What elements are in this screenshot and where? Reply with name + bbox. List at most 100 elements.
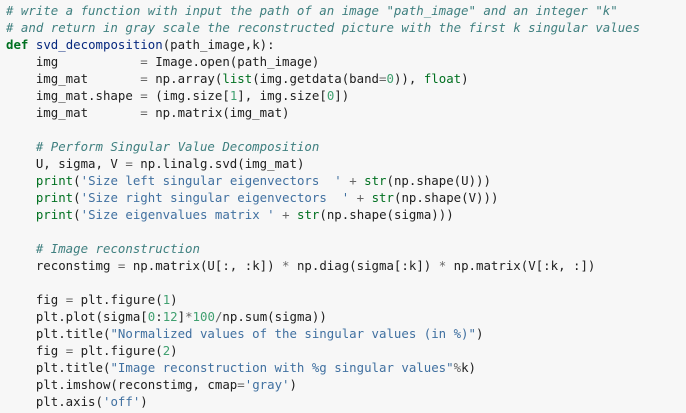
- code-token: )),: [393, 71, 424, 86]
- code-token: 'off': [102, 394, 141, 409]
- code-token: plt.imshow(reconstimg, cmap: [6, 377, 238, 392]
- code-token: (: [73, 190, 81, 205]
- code-token: reconstimg: [6, 258, 118, 273]
- code-token: # Perform Singular Value Decomposition: [35, 139, 320, 154]
- code-token: str: [297, 207, 320, 222]
- code-token: fig: [6, 343, 66, 358]
- code-token: np.diag(sigma[:k]): [289, 258, 439, 273]
- code-token: print: [35, 190, 74, 205]
- code-token: ): [170, 343, 178, 358]
- code-token: ): [140, 394, 148, 409]
- code-token: fig: [6, 292, 66, 307]
- code-token: def: [6, 37, 29, 52]
- code-line: # write a function with input the path o…: [6, 2, 686, 19]
- code-line: fig = plt.figure(2): [6, 342, 686, 359]
- code-token: =: [140, 88, 148, 103]
- code-cell[interactable]: # write a function with input the path o…: [0, 0, 686, 413]
- code-line: plt.axis('off'): [6, 393, 686, 410]
- code-token: plt.figure(: [73, 343, 163, 358]
- code-token: plt.axis(: [6, 394, 103, 409]
- code-token: 'Size right singular eigenvectors ': [80, 190, 350, 205]
- code-token: Image.open(path_image): [147, 54, 320, 69]
- code-token: ): [170, 292, 178, 307]
- code-token: str: [364, 173, 387, 188]
- code-line: U, sigma, V = np.linalg.svd(img_mat): [6, 155, 686, 172]
- code-token: "Image reconstruction with %g singular v…: [110, 360, 454, 375]
- code-token: (img.getdata(band: [252, 71, 380, 86]
- code-line: img_mat = np.matrix(img_mat): [6, 104, 686, 121]
- code-line: print('Size right singular eigenvectors …: [6, 189, 686, 206]
- code-token: (np.shape(V))): [393, 190, 499, 205]
- code-token: =: [125, 156, 133, 171]
- code-token: 0: [386, 71, 394, 86]
- code-token: ): [289, 377, 297, 392]
- code-token: (np.shape(sigma))): [319, 207, 454, 222]
- code-token: *: [185, 309, 193, 324]
- code-token: ): [475, 326, 484, 341]
- code-token: str: [371, 190, 394, 205]
- code-token: img_mat: [6, 71, 141, 86]
- code-token: =: [140, 71, 148, 86]
- code-token: =: [379, 71, 387, 86]
- code-line: print('Size left singular eigenvectors '…: [6, 172, 686, 189]
- code-line: img_mat = np.array(list(img.getdata(band…: [6, 70, 686, 87]
- code-token: np.array(: [147, 71, 223, 86]
- code-token: list: [222, 71, 253, 86]
- code-token: =: [140, 105, 148, 120]
- code-line: plt.title("Image reconstruction with %g …: [6, 359, 686, 376]
- code-token: "Normalized values of the singular value…: [110, 326, 476, 341]
- code-line: plt.plot(sigma[0:12]*100/np.sum(sigma)): [6, 308, 686, 325]
- code-token: np.matrix(U[:, :k]): [125, 258, 283, 273]
- code-token: svd_decomposition: [35, 37, 163, 52]
- code-token: img_mat: [6, 105, 141, 120]
- code-token: float: [423, 71, 462, 86]
- code-token: 'gray': [244, 377, 290, 392]
- code-line: # Perform Singular Value Decomposition: [6, 138, 686, 155]
- code-token: *: [282, 258, 290, 273]
- code-token: U, sigma, V: [6, 156, 126, 171]
- code-token: =: [140, 54, 148, 69]
- code-token: 'Size left singular eigenvectors ': [80, 173, 342, 188]
- code-token: (: [73, 173, 81, 188]
- code-token: 'Size eigenvalues matrix ': [80, 207, 275, 222]
- code-line: img_mat.shape = (img.size[1], img.size[0…: [6, 87, 686, 104]
- code-token: plt.title(: [6, 326, 111, 341]
- code-token: plt.plot(sigma[: [6, 309, 148, 324]
- code-token: ]): [334, 88, 350, 103]
- code-token: %: [453, 360, 462, 375]
- code-token: np.linalg.svd(img_mat): [132, 156, 305, 171]
- code-token: 12: [162, 309, 178, 324]
- code-token: np.matrix(V[:k, :]): [446, 258, 596, 273]
- code-line: plt.title("Normalized values of the sing…: [6, 325, 686, 342]
- code-line: def svd_decomposition(path_image,k):: [6, 36, 686, 53]
- code-line: plt.imshow(reconstimg, cmap='gray'): [6, 376, 686, 393]
- code-token: img_mat.shape: [6, 88, 141, 103]
- code-line: reconstimg = np.matrix(U[:, :k]) * np.di…: [6, 257, 686, 274]
- code-token: print: [35, 207, 74, 222]
- code-token: np.matrix(img_mat): [147, 105, 290, 120]
- code-token: print: [35, 173, 74, 188]
- code-token: (: [73, 207, 81, 222]
- code-token: ): [461, 71, 469, 86]
- code-token: plt.title(: [6, 360, 111, 375]
- code-token: 100: [192, 309, 215, 324]
- code-token: +: [356, 190, 365, 205]
- code-token: img: [6, 54, 141, 69]
- code-line: fig = plt.figure(1): [6, 291, 686, 308]
- code-token: (np.shape(U))): [386, 173, 491, 188]
- code-token: # Image reconstruction: [35, 241, 200, 256]
- code-token: +: [282, 207, 290, 222]
- code-token: ]: [177, 309, 186, 324]
- code-line: img = Image.open(path_image): [6, 53, 686, 70]
